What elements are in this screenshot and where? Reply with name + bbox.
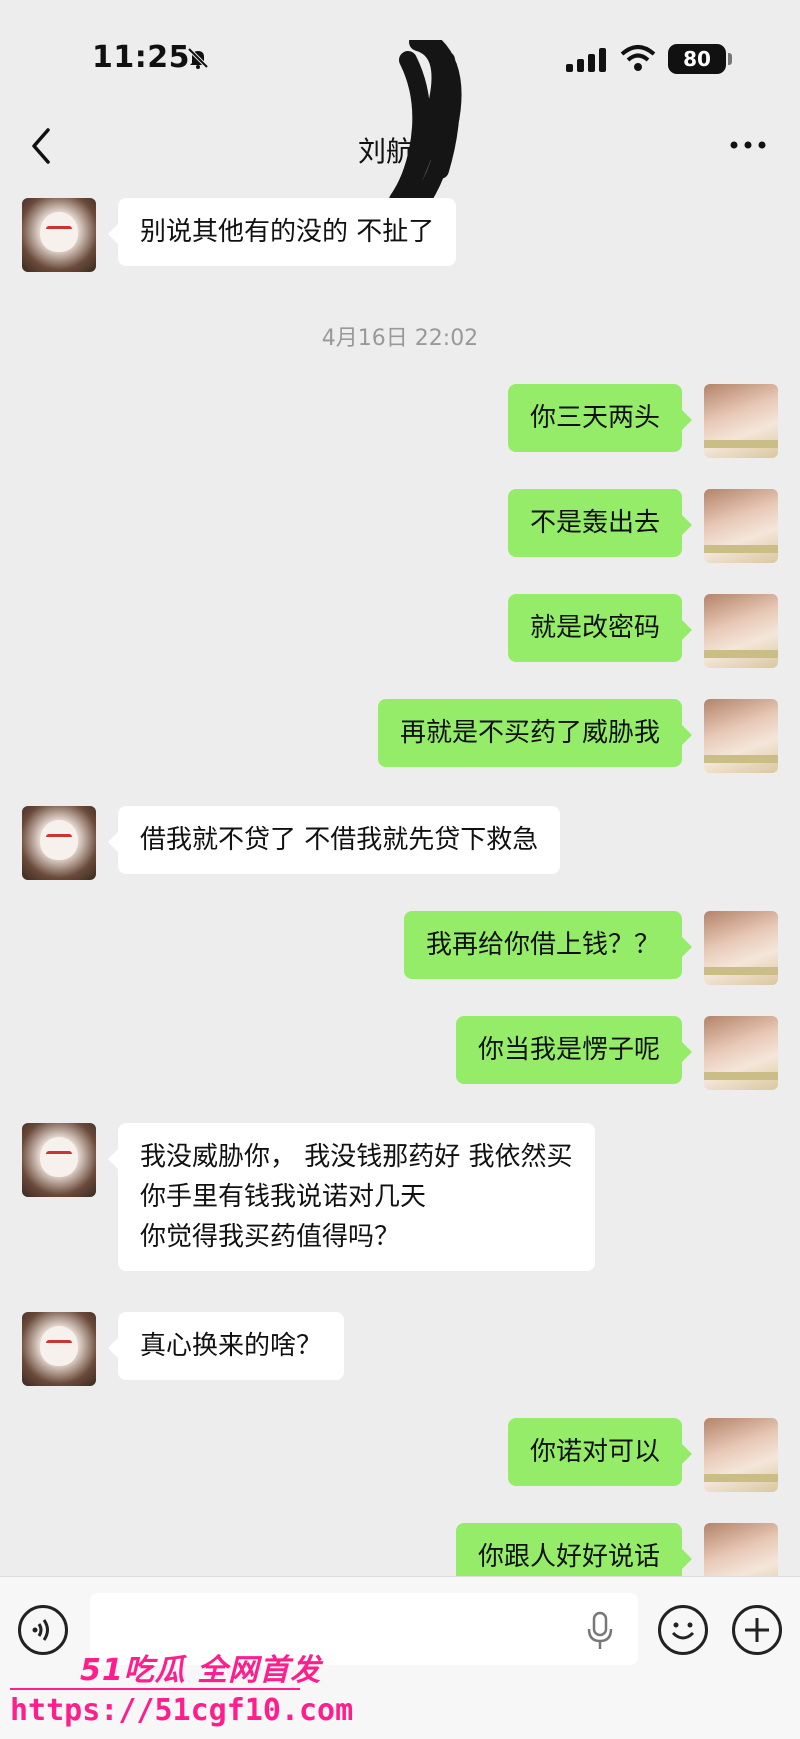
message-bubble-outgoing[interactable]: 你诺对可以 <box>507 1418 693 1486</box>
signal-icon <box>566 48 606 72</box>
self-avatar[interactable] <box>704 384 778 458</box>
message-timestamp: 4月16日 22:02 <box>321 326 479 351</box>
watermark-divider <box>10 1688 300 1690</box>
message-bubble-outgoing[interactable]: 你三天两头 <box>507 384 693 452</box>
battery-icon: 80 <box>668 44 726 74</box>
message-bubble-incoming[interactable]: 我没威胁你， 我没钱那药好 我依然买 你手里有钱我说诺对几天 你觉得我买药值得吗… <box>108 1123 595 1271</box>
self-avatar[interactable] <box>704 1418 778 1492</box>
self-avatar[interactable] <box>704 911 778 985</box>
voice-icon[interactable] <box>18 1605 68 1655</box>
self-avatar[interactable] <box>704 699 778 773</box>
message-bubble-incoming[interactable]: 真心换来的啥？ <box>107 1312 345 1380</box>
emoji-icon[interactable] <box>658 1605 708 1655</box>
self-avatar[interactable] <box>704 1016 778 1090</box>
bell-slash-icon <box>187 47 209 69</box>
message-bubble-outgoing[interactable]: 再就是不买药了威胁我 <box>377 699 693 767</box>
message-bubble-outgoing[interactable]: 我再给你借上钱？？ <box>403 911 693 979</box>
battery-nub <box>728 53 732 65</box>
self-avatar[interactable] <box>704 594 778 668</box>
plus-icon[interactable] <box>732 1605 782 1655</box>
watermark-brand: 51吃瓜 全网首发 <box>80 1653 322 1688</box>
self-avatar[interactable] <box>704 489 778 563</box>
wifi-icon <box>620 45 656 71</box>
message-bubble-outgoing[interactable]: 你当我是愣子呢 <box>455 1016 693 1084</box>
more-dots-icon[interactable] <box>724 130 774 160</box>
status-time: 11:25 <box>92 40 190 75</box>
contact-avatar[interactable] <box>22 1312 96 1386</box>
message-bubble-incoming[interactable]: 别说其他有的没的 不扯了 <box>107 198 457 266</box>
message-bubble-outgoing[interactable]: 就是改密码 <box>507 594 693 662</box>
message-bubble-incoming[interactable]: 借我就不贷了 不借我就先贷下救急 <box>107 806 561 874</box>
microphone-icon[interactable] <box>586 1611 614 1651</box>
message-bubble-outgoing[interactable]: 不是轰出去 <box>507 489 693 557</box>
contact-avatar[interactable] <box>22 198 96 272</box>
redaction-scribble <box>389 40 462 210</box>
watermark-url: https://51cgf10.com <box>10 1693 354 1728</box>
contact-avatar[interactable] <box>22 806 96 880</box>
contact-avatar[interactable] <box>22 1123 96 1197</box>
